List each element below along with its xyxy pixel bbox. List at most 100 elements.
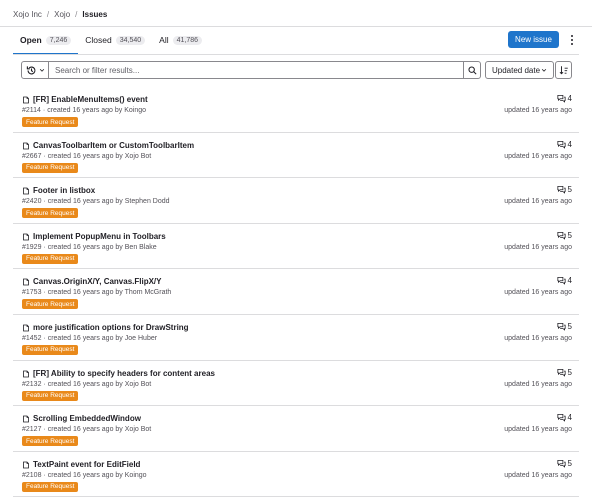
comments-count[interactable]: 5 bbox=[556, 458, 572, 468]
issue-label-badge[interactable]: Feature Request bbox=[22, 299, 79, 310]
issue-row: more justification options for DrawStrin… bbox=[13, 315, 579, 361]
tab-count-badge: 34,540 bbox=[115, 35, 146, 45]
comments-count[interactable]: 5 bbox=[556, 185, 572, 194]
issue-label-badge[interactable]: Feature Request bbox=[22, 208, 79, 219]
issue-label-badge[interactable]: Feature Request bbox=[22, 436, 79, 447]
tab-count-badge: 41,786 bbox=[172, 35, 203, 45]
breadcrumb: Xojo Inc / Xojo / Issues bbox=[13, 8, 107, 20]
issue-title-link[interactable]: Scrolling EmbeddedWindow bbox=[33, 414, 141, 423]
comment-count-value: 4 bbox=[567, 276, 572, 286]
issue-created: created 16 years ago by bbox=[47, 243, 123, 251]
comment-icon bbox=[556, 368, 566, 377]
issue-author-link[interactable]: Xojo Bot bbox=[125, 426, 151, 433]
issue-title-link[interactable]: CanvasToolbarItem or CustomToolbarItem bbox=[33, 141, 194, 150]
issue-meta: #2108 · created 16 years ago by Koingo bbox=[22, 472, 147, 479]
issue-updated: updated 16 years ago bbox=[504, 152, 572, 160]
header-divider bbox=[0, 26, 592, 27]
issue-label-badge[interactable]: Feature Request bbox=[22, 481, 79, 492]
issue-author-link[interactable]: Xojo Bot bbox=[125, 153, 151, 160]
issue-updated: updated 16 years ago bbox=[504, 334, 572, 342]
issue-title-link[interactable]: [FR] Ability to specify headers for cont… bbox=[33, 369, 215, 378]
issue-label-badge[interactable]: Feature Request bbox=[22, 390, 79, 401]
issue-type-icon bbox=[22, 142, 30, 150]
issue-label-badge[interactable]: Feature Request bbox=[22, 253, 79, 264]
tab-label: Open bbox=[20, 35, 42, 45]
comments-count[interactable]: 5 bbox=[556, 368, 572, 377]
issue-author-link[interactable]: Thom McGrath bbox=[125, 289, 172, 296]
comments-count[interactable]: 5 bbox=[556, 321, 572, 331]
comment-icon bbox=[556, 459, 566, 468]
issue-title-link[interactable]: Canvas.OriginX/Y, Canvas.FlipX/Y bbox=[33, 277, 162, 286]
issue-type-icon bbox=[22, 278, 30, 286]
issue-number: #2132 bbox=[22, 380, 42, 388]
tab-label: All bbox=[159, 35, 169, 45]
issue-created: created 16 years ago by bbox=[47, 198, 123, 206]
issue-updated: updated 16 years ago bbox=[504, 243, 572, 251]
comments-count[interactable]: 4 bbox=[556, 413, 572, 422]
issue-author-link[interactable]: Koingo bbox=[124, 107, 146, 114]
issue-updated: updated 16 years ago bbox=[504, 107, 572, 114]
issue-row: Implement PopupMenu in Toolbars #1929 · c… bbox=[13, 224, 579, 270]
issue-number: #2114 bbox=[22, 107, 41, 114]
issue-meta: #2420 · created 16 years ago by Stephen … bbox=[22, 198, 170, 205]
issue-number: #2108 bbox=[22, 471, 42, 479]
search-input[interactable] bbox=[49, 62, 463, 78]
issue-created: created 16 years ago by bbox=[47, 289, 123, 297]
comments-count[interactable]: 4 bbox=[556, 139, 572, 149]
kebab-vertical-icon[interactable] bbox=[566, 32, 578, 48]
recent-searches-button[interactable] bbox=[22, 62, 49, 78]
issue-meta: #1452 · created 16 years ago by Joe Hube… bbox=[22, 335, 157, 342]
issue-label-badge[interactable]: Feature Request bbox=[22, 344, 79, 355]
comment-count-value: 5 bbox=[567, 321, 572, 331]
issue-created: created 16 years ago by bbox=[47, 334, 123, 342]
issue-row: Scrolling EmbeddedWindow #2127 · created … bbox=[13, 406, 579, 452]
issue-meta: #1929 · created 16 years ago by Ben Blak… bbox=[22, 244, 157, 251]
issue-author-link[interactable]: Ben Blake bbox=[125, 244, 157, 251]
tab-all[interactable]: All 41,786 bbox=[152, 28, 209, 52]
tab-open[interactable]: Open 7,246 bbox=[13, 28, 79, 55]
issue-title-link[interactable]: Implement PopupMenu in Toolbars bbox=[33, 232, 166, 241]
issue-meta: #2667 · created 16 years ago by Xojo Bot bbox=[22, 153, 151, 160]
issue-author-link[interactable]: Joe Huber bbox=[125, 335, 157, 342]
issue-state-tabs: Open 7,246 Closed 34,540 All 41,786 bbox=[13, 28, 209, 55]
issue-author-link[interactable]: Stephen Dodd bbox=[125, 198, 170, 205]
comment-count-value: 5 bbox=[567, 458, 572, 468]
comment-icon bbox=[556, 322, 566, 331]
chevron-down-icon bbox=[541, 68, 547, 72]
filter-bar bbox=[21, 61, 481, 79]
issue-type-icon bbox=[22, 461, 30, 469]
issue-type-icon bbox=[22, 96, 30, 104]
breadcrumb-project[interactable]: Xojo bbox=[54, 10, 70, 19]
issue-type-icon bbox=[22, 187, 30, 195]
issue-title-link[interactable]: [FR] EnableMenuItems() event bbox=[33, 95, 148, 104]
issue-created: created 16 years ago by bbox=[47, 107, 123, 114]
issue-label-badge[interactable]: Feature Request bbox=[22, 117, 79, 127]
issue-label-badge[interactable]: Feature Request bbox=[22, 162, 79, 173]
comments-count[interactable]: 4 bbox=[556, 276, 572, 286]
breadcrumb-group[interactable]: Xojo Inc bbox=[13, 10, 42, 19]
comment-icon bbox=[556, 185, 566, 194]
comment-icon bbox=[556, 140, 566, 149]
issue-author-link[interactable]: Koingo bbox=[125, 472, 147, 479]
issue-title-link[interactable]: TextPaint event for EditField bbox=[33, 460, 140, 469]
issue-row: CanvasToolbarItem or CustomToolbarItem #2… bbox=[13, 133, 579, 179]
issue-number: #1452 bbox=[22, 334, 42, 342]
tab-closed[interactable]: Closed 34,540 bbox=[78, 28, 152, 52]
comment-count-value: 4 bbox=[567, 139, 572, 149]
comments-count[interactable]: 4 bbox=[556, 94, 572, 103]
issue-number: #2420 bbox=[22, 198, 42, 206]
breadcrumb-current[interactable]: Issues bbox=[82, 10, 107, 19]
comment-count-value: 5 bbox=[567, 230, 572, 240]
sort-direction-button[interactable] bbox=[555, 61, 572, 79]
issue-title-link[interactable]: Footer in listbox bbox=[33, 186, 95, 195]
issue-row: TextPaint event for EditField #2108 · cre… bbox=[13, 452, 579, 498]
issue-meta: #1753 · created 16 years ago by Thom McG… bbox=[22, 289, 171, 296]
search-button[interactable] bbox=[463, 62, 480, 78]
new-issue-button[interactable]: New issue bbox=[508, 31, 559, 48]
comments-count[interactable]: 5 bbox=[556, 230, 572, 240]
issue-meta: #2127 · created 16 years ago by Xojo Bot bbox=[22, 426, 151, 433]
sort-dropdown[interactable]: Updated date bbox=[485, 61, 554, 79]
issue-title-link[interactable]: more justification options for DrawStrin… bbox=[33, 323, 189, 332]
issue-author-link[interactable]: Xojo Bot bbox=[125, 381, 151, 388]
issue-meta: #2114 · created 16 years ago by Koingo bbox=[22, 107, 146, 114]
